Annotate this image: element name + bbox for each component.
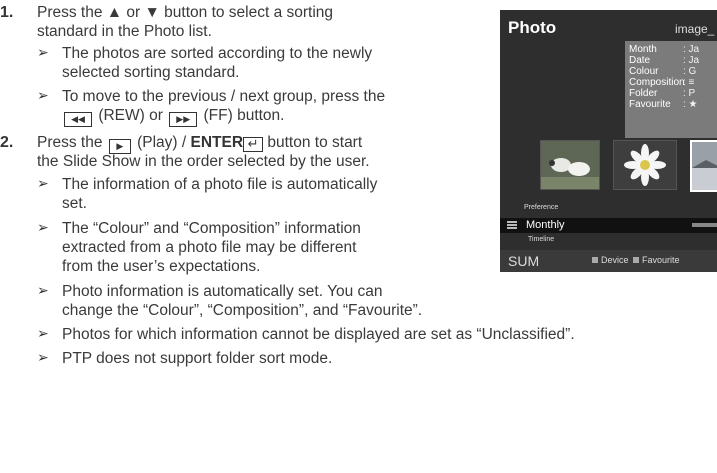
sort-monthly-row[interactable]: Monthly	[500, 218, 717, 233]
step-2-enter-label: ENTER	[190, 134, 244, 151]
step-1-note-1-line-1: The photos are sorted according to the n…	[62, 45, 373, 62]
sheep-photo-icon	[541, 141, 599, 189]
step-2-note-5-line-1: PTP does not support folder sort mode.	[62, 350, 333, 367]
note-arrow-icon: ➢	[37, 175, 49, 191]
photo-thumbnail[interactable]	[613, 140, 677, 190]
ff-label: (FF) button.	[203, 107, 285, 124]
landscape-photo-icon	[692, 142, 717, 190]
timeline-label: Timeline	[528, 236, 555, 243]
tv-filename: image_	[675, 22, 715, 36]
ff-icon: ▶▶	[169, 112, 198, 127]
step-1-note-2-line-1: To move to the previous / next group, pr…	[62, 88, 386, 105]
step-2-note-4-line-1: Photos for which information cannot be d…	[62, 326, 575, 343]
step-2-line-1: Press the ▶ (Play) / ENTER ↵ button to st…	[37, 133, 362, 154]
info-row-date: Date: Ja	[629, 55, 700, 66]
sort-selected-label: Monthly	[526, 219, 565, 231]
info-row-favourite: Favourite: ★	[629, 99, 698, 110]
info-row-month: Month: Ja	[629, 44, 700, 55]
favourite-square-icon	[633, 257, 639, 263]
enter-icon: ↵	[243, 137, 264, 152]
step-1-line-1: Press the ▲ or ▼ button to select a sort…	[37, 4, 334, 21]
sum-label: SUM	[508, 253, 540, 269]
list-icon	[507, 221, 517, 230]
step-2-play-label: (Play) /	[137, 134, 187, 151]
note-arrow-icon: ➢	[37, 219, 49, 235]
step-1-number: 1.	[0, 4, 14, 21]
step-2-line-2: the Slide Show in the order selected by …	[37, 153, 370, 170]
legend-favourite: Favourite	[642, 255, 680, 265]
step-1-note-1-line-2: selected sorting standard.	[62, 64, 240, 81]
note-arrow-icon: ➢	[37, 44, 49, 60]
photo-thumbnail[interactable]	[540, 140, 600, 190]
info-row-composition: Composition: ≡	[629, 77, 695, 88]
tv-photo-screen: Photo image_ Month: Ja Date: Ja Colour: …	[500, 10, 717, 272]
tv-info-panel: Month: Ja Date: Ja Colour: G Composition…	[625, 41, 717, 138]
step-2-note-3-line-2: change the “Colour”, “Composition”, and …	[62, 302, 423, 319]
tv-photo-title: Photo	[508, 18, 557, 37]
step-2-note-3-line-1: Photo information is automatically set. …	[62, 283, 383, 300]
flower-photo-icon	[614, 141, 676, 189]
legend-device: Device	[601, 255, 629, 265]
step-2-number: 2.	[0, 134, 14, 151]
step-1-note-2-line-2: ◀◀ (REW) or ▶▶ (FF) button.	[62, 106, 284, 127]
step-1-line-2: standard in the Photo list.	[37, 23, 212, 40]
preference-label: Preference	[524, 204, 559, 211]
step-2-press-text: Press the	[37, 134, 103, 151]
info-row-folder: Folder: P	[629, 88, 696, 99]
rew-icon: ◀◀	[64, 112, 92, 127]
photo-thumbnail-selected[interactable]	[690, 140, 717, 192]
step-2-post-text: button to start	[267, 134, 363, 151]
info-row-colour: Colour: G	[629, 66, 697, 77]
tv-bottom-bar: SUM Device Favourite	[500, 250, 717, 272]
step-2-note-1-line-1: The information of a photo file is autom…	[62, 176, 378, 193]
step-2-note-1-line-2: set.	[62, 195, 87, 212]
note-arrow-icon: ➢	[37, 325, 49, 341]
step-2-note-2-line-2: extracted from a photo file may be diffe…	[62, 239, 357, 256]
device-square-icon	[592, 257, 598, 263]
note-arrow-icon: ➢	[37, 87, 49, 103]
note-arrow-icon: ➢	[37, 349, 49, 365]
rew-label: (REW) or	[98, 107, 163, 124]
scroll-bar	[692, 223, 717, 227]
note-arrow-icon: ➢	[37, 282, 49, 298]
step-2-note-2-line-3: from the user’s expectations.	[62, 258, 261, 275]
step-2-note-2-line-1: The “Colour” and “Composition” informati…	[62, 220, 361, 237]
